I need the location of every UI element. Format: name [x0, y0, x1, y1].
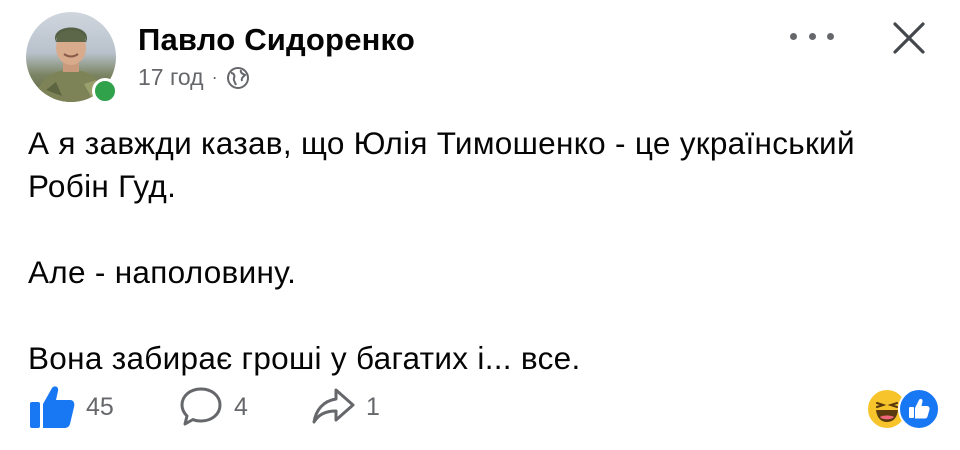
post-card: Павло Сидоренко 17 год · А я завжди каза… [0, 0, 960, 450]
post-actions-bar: 45 4 1 [28, 384, 940, 436]
post-meta: 17 год · [138, 64, 250, 91]
share-count: 1 [366, 392, 380, 421]
like-button[interactable]: 45 [28, 384, 114, 430]
online-status-indicator [92, 78, 118, 104]
more-dot-icon [827, 32, 834, 40]
globe-icon[interactable] [226, 66, 250, 90]
post-time[interactable]: 17 год [138, 64, 204, 91]
post-paragraph: Але - наполовину. [28, 254, 297, 290]
post-paragraph: Вона забирає гроші у багатих і... все. [28, 340, 581, 376]
comment-icon [180, 387, 222, 426]
author-name[interactable]: Павло Сидоренко [138, 22, 415, 58]
more-dot-icon [808, 32, 816, 40]
reactions-summary[interactable] [866, 388, 940, 430]
more-options-button[interactable] [790, 22, 834, 50]
post-text: А я завжди казав, що Юлія Тимошенко - це… [28, 122, 938, 380]
thumbs-up-icon [30, 386, 75, 428]
meta-separator: · [211, 67, 218, 87]
close-button[interactable] [889, 18, 929, 58]
comment-button[interactable]: 4 [178, 384, 248, 430]
post-paragraph: А я завжди казав, що Юлія Тимошенко - це… [28, 125, 855, 204]
share-arrow-icon [312, 388, 355, 424]
author-avatar[interactable] [26, 12, 120, 106]
more-dot-icon [790, 32, 797, 40]
close-icon [893, 22, 925, 54]
share-button[interactable]: 1 [310, 384, 380, 430]
comment-count: 4 [234, 392, 248, 421]
like-count: 45 [86, 392, 114, 421]
like-reaction-icon [898, 388, 940, 430]
